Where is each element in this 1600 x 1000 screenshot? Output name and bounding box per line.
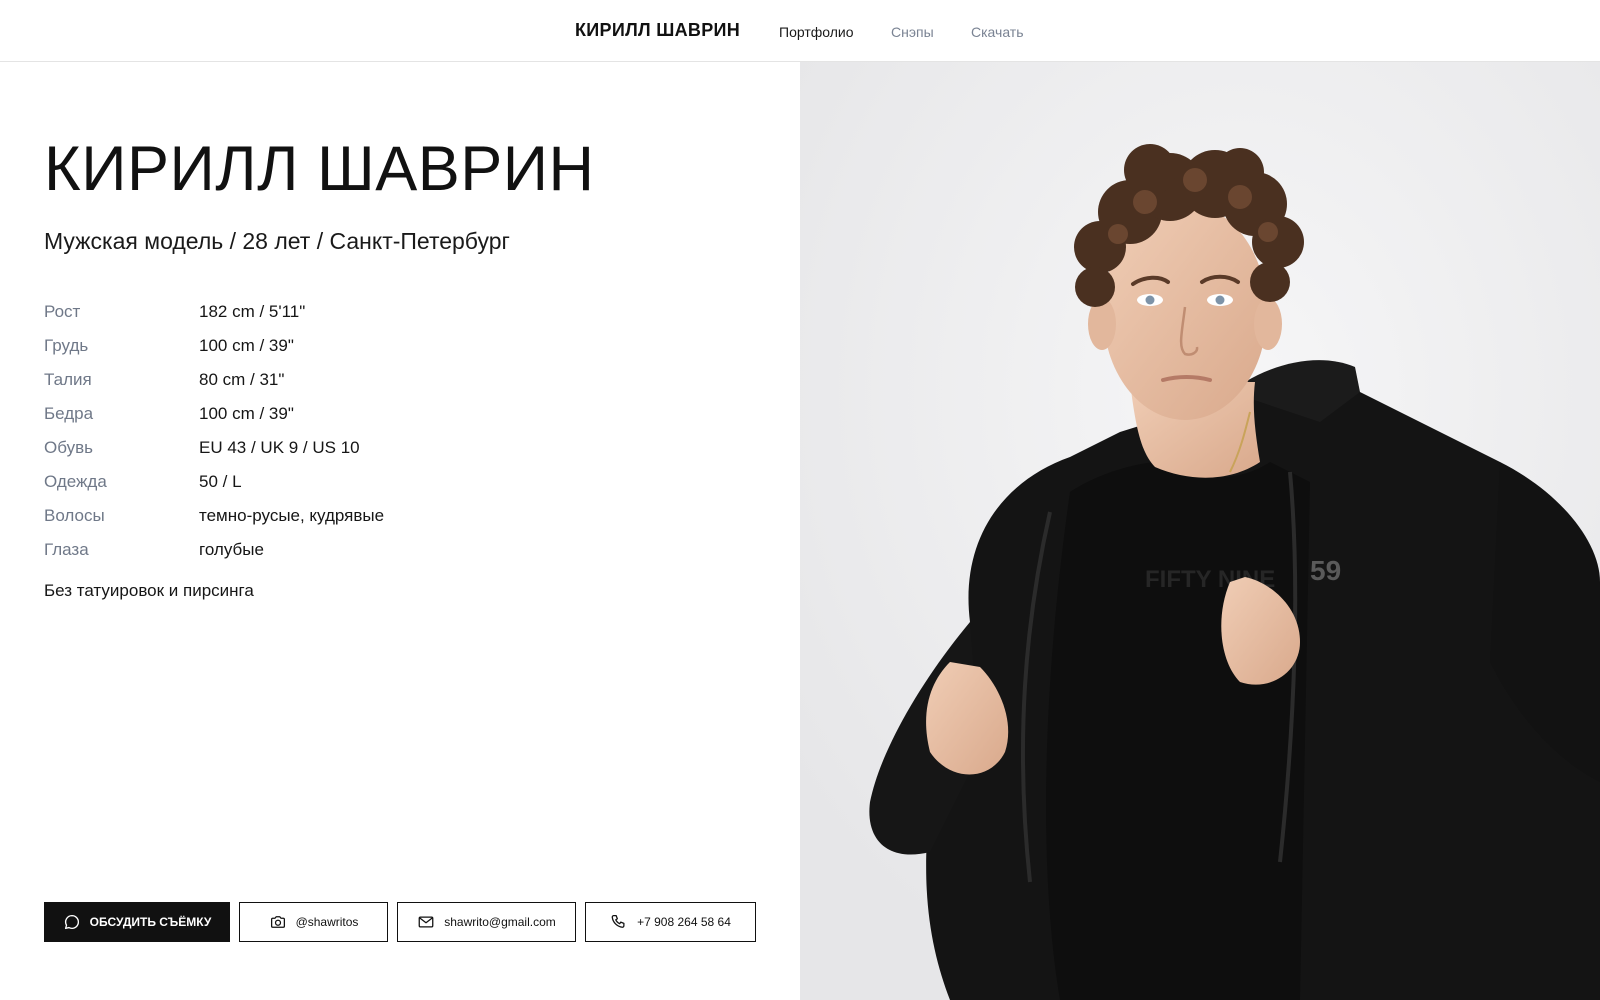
spec-label: Глаза <box>44 540 89 559</box>
mail-icon <box>418 916 434 928</box>
spec-label: Рост <box>44 302 81 321</box>
spec-label: Обувь <box>44 438 93 457</box>
nav-snaps[interactable]: Снэпы <box>891 24 934 40</box>
spec-value: темно-русые, кудрявые <box>199 506 385 525</box>
spec-value: 80 cm / 31" <box>199 370 285 389</box>
model-photo-illustration: FIFTY NINE 59 <box>800 62 1600 1000</box>
sleeve-logo: 59 <box>1310 555 1341 586</box>
discuss-shoot-label: ОБСУДИТЬ СЪЁМКУ <box>89 915 212 929</box>
discuss-shoot-button[interactable]: ОБСУДИТЬ СЪЁМКУ <box>44 902 230 942</box>
phone-icon <box>611 914 625 928</box>
spec-value: EU 43 / UK 9 / US 10 <box>199 438 360 457</box>
spec-label: Талия <box>44 370 92 389</box>
spec-value: голубые <box>199 540 264 559</box>
instagram-handle: @shawritos <box>295 915 359 929</box>
profile-panel: КИРИЛЛ ШАВРИН Мужская модель / 28 лет / … <box>0 62 800 1000</box>
model-name-heading: КИРИЛЛ ШАВРИН <box>44 134 595 204</box>
spec-value: 100 cm / 39" <box>199 336 294 355</box>
nav-portfolio[interactable]: Портфолио <box>779 24 854 40</box>
phone-button[interactable]: +7 908 264 58 64 <box>585 902 756 942</box>
spec-value: 100 cm / 39" <box>199 404 294 423</box>
email-button[interactable]: shawrito@gmail.com <box>397 902 576 942</box>
spec-value: 50 / L <box>199 472 242 491</box>
no-tattoos-note: Без татуировок и пирсинга <box>44 581 254 600</box>
model-photo: FIFTY NINE 59 <box>800 62 1600 1000</box>
phone-number: +7 908 264 58 64 <box>637 915 731 929</box>
instagram-button[interactable]: @shawritos <box>239 902 388 942</box>
spec-value: 182 cm / 5'11" <box>199 302 306 321</box>
spec-label: Грудь <box>44 336 89 355</box>
spec-label: Одежда <box>44 472 107 491</box>
spec-label: Бедра <box>44 404 94 423</box>
camera-icon <box>270 916 285 928</box>
model-subtitle: Мужская модель / 28 лет / Санкт-Петербур… <box>44 228 510 254</box>
nav-download[interactable]: Скачать <box>971 24 1024 40</box>
email-address: shawrito@gmail.com <box>444 915 556 929</box>
top-navbar: КИРИЛЛ ШАВРИН Портфолио Снэпы Скачать <box>0 0 1600 62</box>
chat-bubble-icon <box>64 914 79 930</box>
brand-logo[interactable]: КИРИЛЛ ШАВРИН <box>575 20 740 41</box>
spec-label: Волосы <box>44 506 105 525</box>
